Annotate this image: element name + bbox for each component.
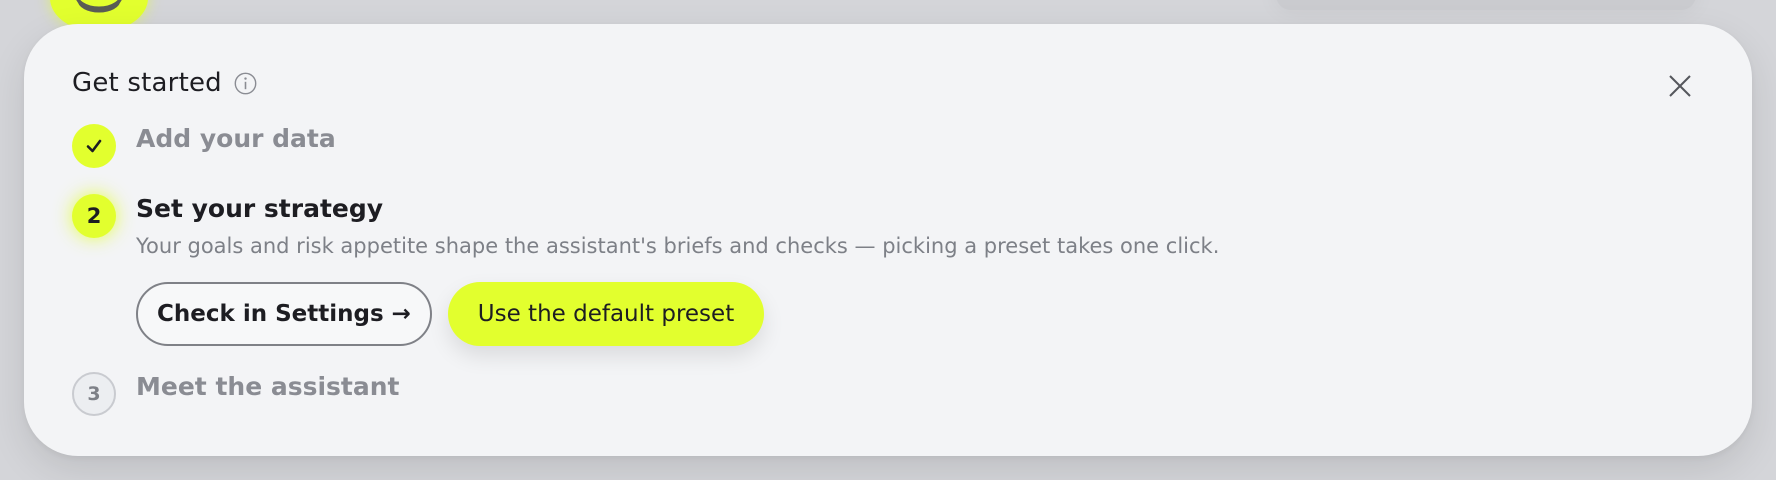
logo-mark-icon [76,0,122,13]
step-1-label[interactable]: Add your data [136,124,336,153]
background-panel [1276,0,1696,10]
get-started-card: Get started Add your data 2 Set your str… [24,24,1752,456]
card-header: Get started [72,68,257,98]
step-2-description: Your goals and risk appetite shape the a… [136,234,1220,258]
card-title: Get started [72,68,222,98]
close-button[interactable] [1662,68,1698,104]
close-icon [1669,75,1691,97]
step-2-number-marker: 2 [72,194,116,238]
step-2-label[interactable]: Set your strategy [136,194,383,223]
step-1-complete-marker [72,124,116,168]
step-3-label[interactable]: Meet the assistant [136,372,400,401]
use-default-preset-button[interactable]: Use the default preset [448,282,764,346]
checkmark-icon [86,139,102,153]
step-3-number-marker: 3 [72,372,116,416]
info-icon[interactable] [234,72,257,95]
check-in-settings-button[interactable]: Check in Settings → [136,282,432,346]
